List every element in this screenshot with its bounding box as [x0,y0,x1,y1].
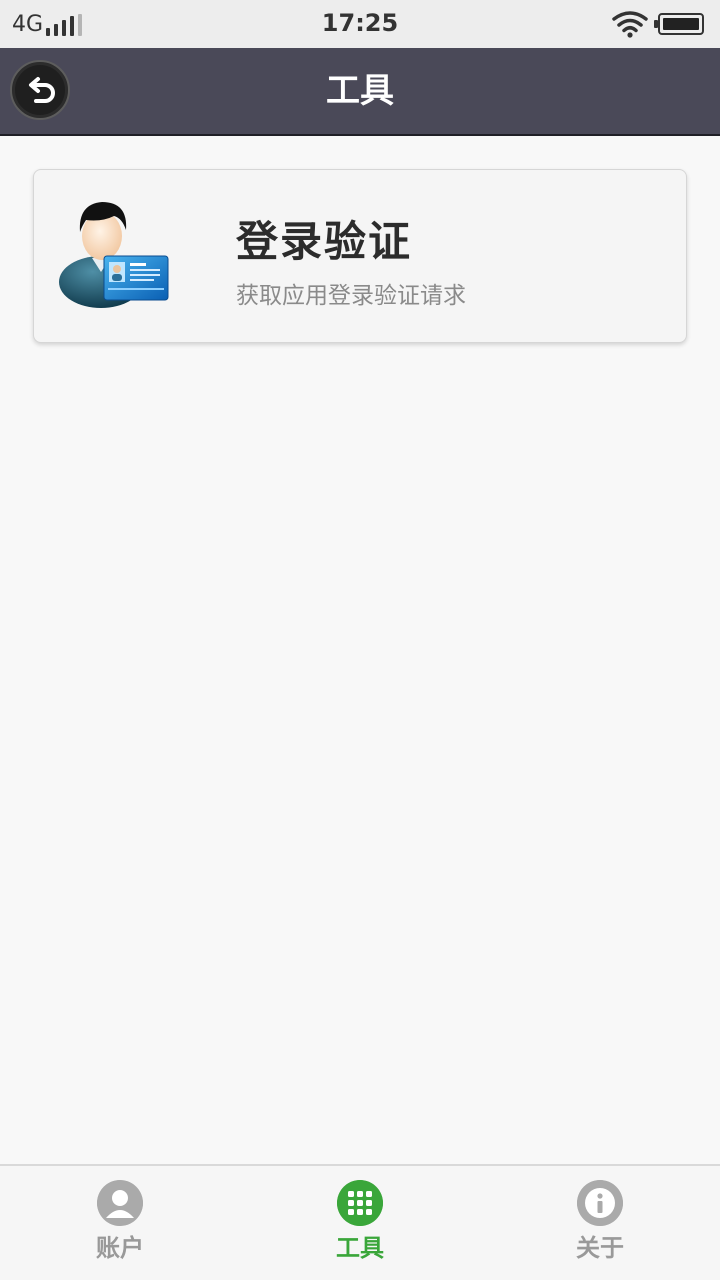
back-arrow-icon [29,77,55,103]
nav-item-tools[interactable]: 工具 [240,1166,480,1280]
nav-item-about[interactable]: 关于 [480,1166,720,1280]
wifi-icon [612,11,648,38]
info-icon [577,1180,623,1226]
bottom-nav: 账户 工具 关于 [0,1164,720,1280]
card-title: 登录验证 [236,217,413,266]
nav-item-account[interactable]: 账户 [0,1166,240,1280]
card-description: 获取应用登录验证请求 [236,283,466,309]
status-bar: 4G 17:25 [0,0,720,48]
back-button[interactable] [10,60,70,120]
title-bar: 工具 [0,48,720,136]
page-title: 工具 [326,71,394,111]
battery-icon [654,13,704,35]
grid-icon [337,1180,383,1226]
nav-label-about: 关于 [576,1234,624,1262]
user-id-card-icon [59,202,169,308]
nav-label-tools: 工具 [336,1234,384,1262]
login-verification-card[interactable]: 登录验证 获取应用登录验证请求 [33,169,687,343]
nav-label-account: 账户 [96,1234,144,1262]
user-icon [97,1180,143,1226]
